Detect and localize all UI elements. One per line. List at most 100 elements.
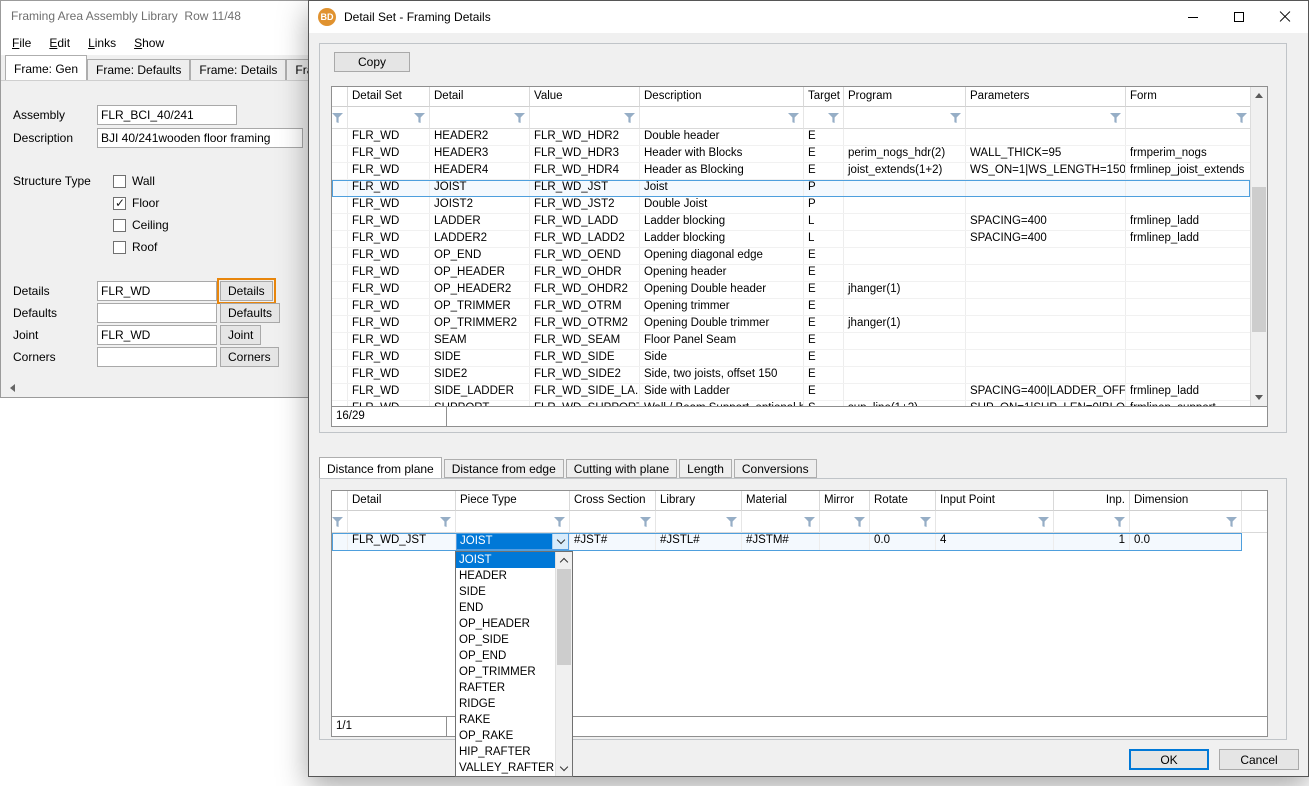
corners-button[interactable]: Corners	[220, 347, 279, 367]
input-details[interactable]: FLR_WD	[97, 281, 217, 301]
combobox-dropdown-button[interactable]	[552, 534, 568, 549]
scroll-up-button[interactable]	[1251, 87, 1267, 104]
dropdown-item-hip-rafter[interactable]: HIP_RAFTER	[456, 744, 555, 760]
table-row[interactable]: FLR_WDSUPPORTFLR_WD_SUPPORTWall / Beam S…	[332, 401, 1250, 406]
table-row[interactable]: FLR_WDOP_HEADERFLR_WD_OHDROpening header…	[332, 265, 1250, 282]
menu-item-file[interactable]: File	[3, 34, 40, 52]
structure-option-ceiling[interactable]: Ceiling	[113, 214, 169, 236]
filter-cell[interactable]	[1126, 107, 1250, 129]
column-header-mirror[interactable]: Mirror	[820, 491, 870, 511]
checkbox-floor[interactable]	[113, 197, 126, 210]
tab-frame-defaults[interactable]: Frame: Defaults	[87, 59, 190, 80]
description-input[interactable]: BJI 40/241wooden floor framing	[97, 128, 303, 148]
filter-cell[interactable]	[966, 107, 1126, 129]
dropdown-item-joist[interactable]: JOIST	[456, 552, 555, 568]
filter-cell[interactable]	[804, 107, 844, 129]
assembly-input[interactable]: FLR_BCI_40/241	[97, 105, 237, 125]
table-row[interactable]: FLR_WD_JSTJOIST#JST##JSTL##JSTM#0.0410.0	[332, 533, 1242, 551]
input-joint[interactable]: FLR_WD	[97, 325, 217, 345]
tab-cutting-with-plane[interactable]: Cutting with plane	[566, 459, 677, 478]
vertical-scrollbar[interactable]	[1250, 87, 1267, 406]
filter-cell[interactable]	[332, 107, 348, 129]
checkbox-roof[interactable]	[113, 241, 126, 254]
structure-option-roof[interactable]: Roof	[113, 236, 169, 258]
filter-cell[interactable]	[1054, 511, 1130, 533]
minimize-button[interactable]	[1170, 1, 1216, 33]
tab-distance-from-plane[interactable]: Distance from plane	[319, 457, 442, 478]
piece-type-combobox[interactable]: JOIST	[456, 533, 569, 550]
scrollbar-thumb[interactable]	[1252, 187, 1266, 332]
column-header-inp[interactable]: Inp.	[1054, 491, 1130, 511]
dropdown-item-valley-rafter[interactable]: VALLEY_RAFTER	[456, 760, 555, 776]
menu-item-edit[interactable]: Edit	[40, 34, 79, 52]
dropdown-item-ridge[interactable]: RIDGE	[456, 696, 555, 712]
table-row[interactable]: FLR_WDHEADER2FLR_WD_HDR2Double headerE	[332, 129, 1250, 146]
column-header-program[interactable]: Program	[844, 87, 966, 107]
tab-length[interactable]: Length	[679, 459, 732, 478]
structure-option-floor[interactable]: Floor	[113, 192, 169, 214]
filter-cell[interactable]	[742, 511, 820, 533]
column-header-target[interactable]: Target	[804, 87, 844, 107]
filter-cell[interactable]	[348, 511, 456, 533]
table-row[interactable]: FLR_WDLADDERFLR_WD_LADDLadder blockingLS…	[332, 214, 1250, 231]
column-header-input-point[interactable]: Input Point	[936, 491, 1054, 511]
dropdown-scrollbar-thumb[interactable]	[557, 569, 571, 665]
details-button[interactable]: Details	[220, 281, 273, 301]
filter-cell[interactable]	[870, 511, 936, 533]
filter-cell[interactable]	[640, 107, 804, 129]
tab-frame-gen[interactable]: Frame: Gen	[5, 55, 87, 80]
input-corners[interactable]	[97, 347, 217, 367]
filter-cell[interactable]	[820, 511, 870, 533]
filter-cell[interactable]	[570, 511, 656, 533]
menu-item-links[interactable]: Links	[79, 34, 125, 52]
filter-cell[interactable]	[456, 511, 570, 533]
defaults-button[interactable]: Defaults	[220, 303, 280, 323]
column-header-description[interactable]: Description	[640, 87, 804, 107]
dropdown-scrollbar[interactable]	[555, 552, 572, 776]
dropdown-item-side[interactable]: SIDE	[456, 584, 555, 600]
column-header-dimension[interactable]: Dimension	[1130, 491, 1242, 511]
column-header-material[interactable]: Material	[742, 491, 820, 511]
cancel-button[interactable]: Cancel	[1219, 749, 1299, 770]
table-row[interactable]: FLR_WDSIDE_LADDERFLR_WD_SIDE_LA...Side w…	[332, 384, 1250, 401]
column-header-cross-section[interactable]: Cross Section	[570, 491, 656, 511]
filter-cell[interactable]	[530, 107, 640, 129]
dropdown-item-header[interactable]: HEADER	[456, 568, 555, 584]
tab-frame-details[interactable]: Frame: Details	[190, 59, 286, 80]
table-row[interactable]: FLR_WDSIDEFLR_WD_SIDESideE	[332, 350, 1250, 367]
filter-cell[interactable]	[1130, 511, 1242, 533]
scroll-down-button[interactable]	[1251, 389, 1267, 406]
table-row[interactable]: FLR_WDLADDER2FLR_WD_LADD2Ladder blocking…	[332, 231, 1250, 248]
table-row[interactable]: FLR_WDHEADER3FLR_WD_HDR3Header with Bloc…	[332, 146, 1250, 163]
checkbox-wall[interactable]	[113, 175, 126, 188]
dropdown-item-op-side[interactable]: OP_SIDE	[456, 632, 555, 648]
joint-button[interactable]: Joint	[220, 325, 261, 345]
table-row[interactable]: FLR_WDSEAMFLR_WD_SEAMFloor Panel SeamE	[332, 333, 1250, 350]
column-header-parameters[interactable]: Parameters	[966, 87, 1126, 107]
filter-cell[interactable]	[656, 511, 742, 533]
table-row[interactable]: FLR_WDHEADER4FLR_WD_HDR4Header as Blocki…	[332, 163, 1250, 180]
table-row[interactable]: FLR_WDJOIST2FLR_WD_JST2Double JoistP	[332, 197, 1250, 214]
table-row[interactable]: FLR_WDJOISTFLR_WD_JSTJoistP	[332, 180, 1250, 197]
menu-item-show[interactable]: Show	[125, 34, 173, 52]
dropdown-item-op-header[interactable]: OP_HEADER	[456, 616, 555, 632]
column-header-piece-type[interactable]: Piece Type	[456, 491, 570, 511]
checkbox-ceiling[interactable]	[113, 219, 126, 232]
filter-cell[interactable]	[332, 511, 348, 533]
input-defaults[interactable]	[97, 303, 217, 323]
table-row[interactable]: FLR_WDOP_HEADER2FLR_WD_OHDR2Opening Doub…	[332, 282, 1250, 299]
dropdown-scroll-down-button[interactable]	[556, 760, 572, 776]
column-header-library[interactable]: Library	[656, 491, 742, 511]
column-header-detail-set[interactable]: Detail Set	[348, 87, 430, 107]
dropdown-item-end[interactable]: END	[456, 600, 555, 616]
dropdown-scroll-up-button[interactable]	[556, 552, 572, 568]
ok-button[interactable]: OK	[1129, 749, 1209, 770]
table-row[interactable]: FLR_WDOP_TRIMMERFLR_WD_OTRMOpening trimm…	[332, 299, 1250, 316]
filter-cell[interactable]	[348, 107, 430, 129]
column-header-form[interactable]: Form	[1126, 87, 1250, 107]
dropdown-item-rafter[interactable]: RAFTER	[456, 680, 555, 696]
table-row[interactable]: FLR_WDOP_TRIMMER2FLR_WD_OTRM2Opening Dou…	[332, 316, 1250, 333]
filter-cell[interactable]	[844, 107, 966, 129]
scroll-left-button[interactable]	[5, 382, 19, 394]
tab-distance-from-edge[interactable]: Distance from edge	[444, 459, 564, 478]
